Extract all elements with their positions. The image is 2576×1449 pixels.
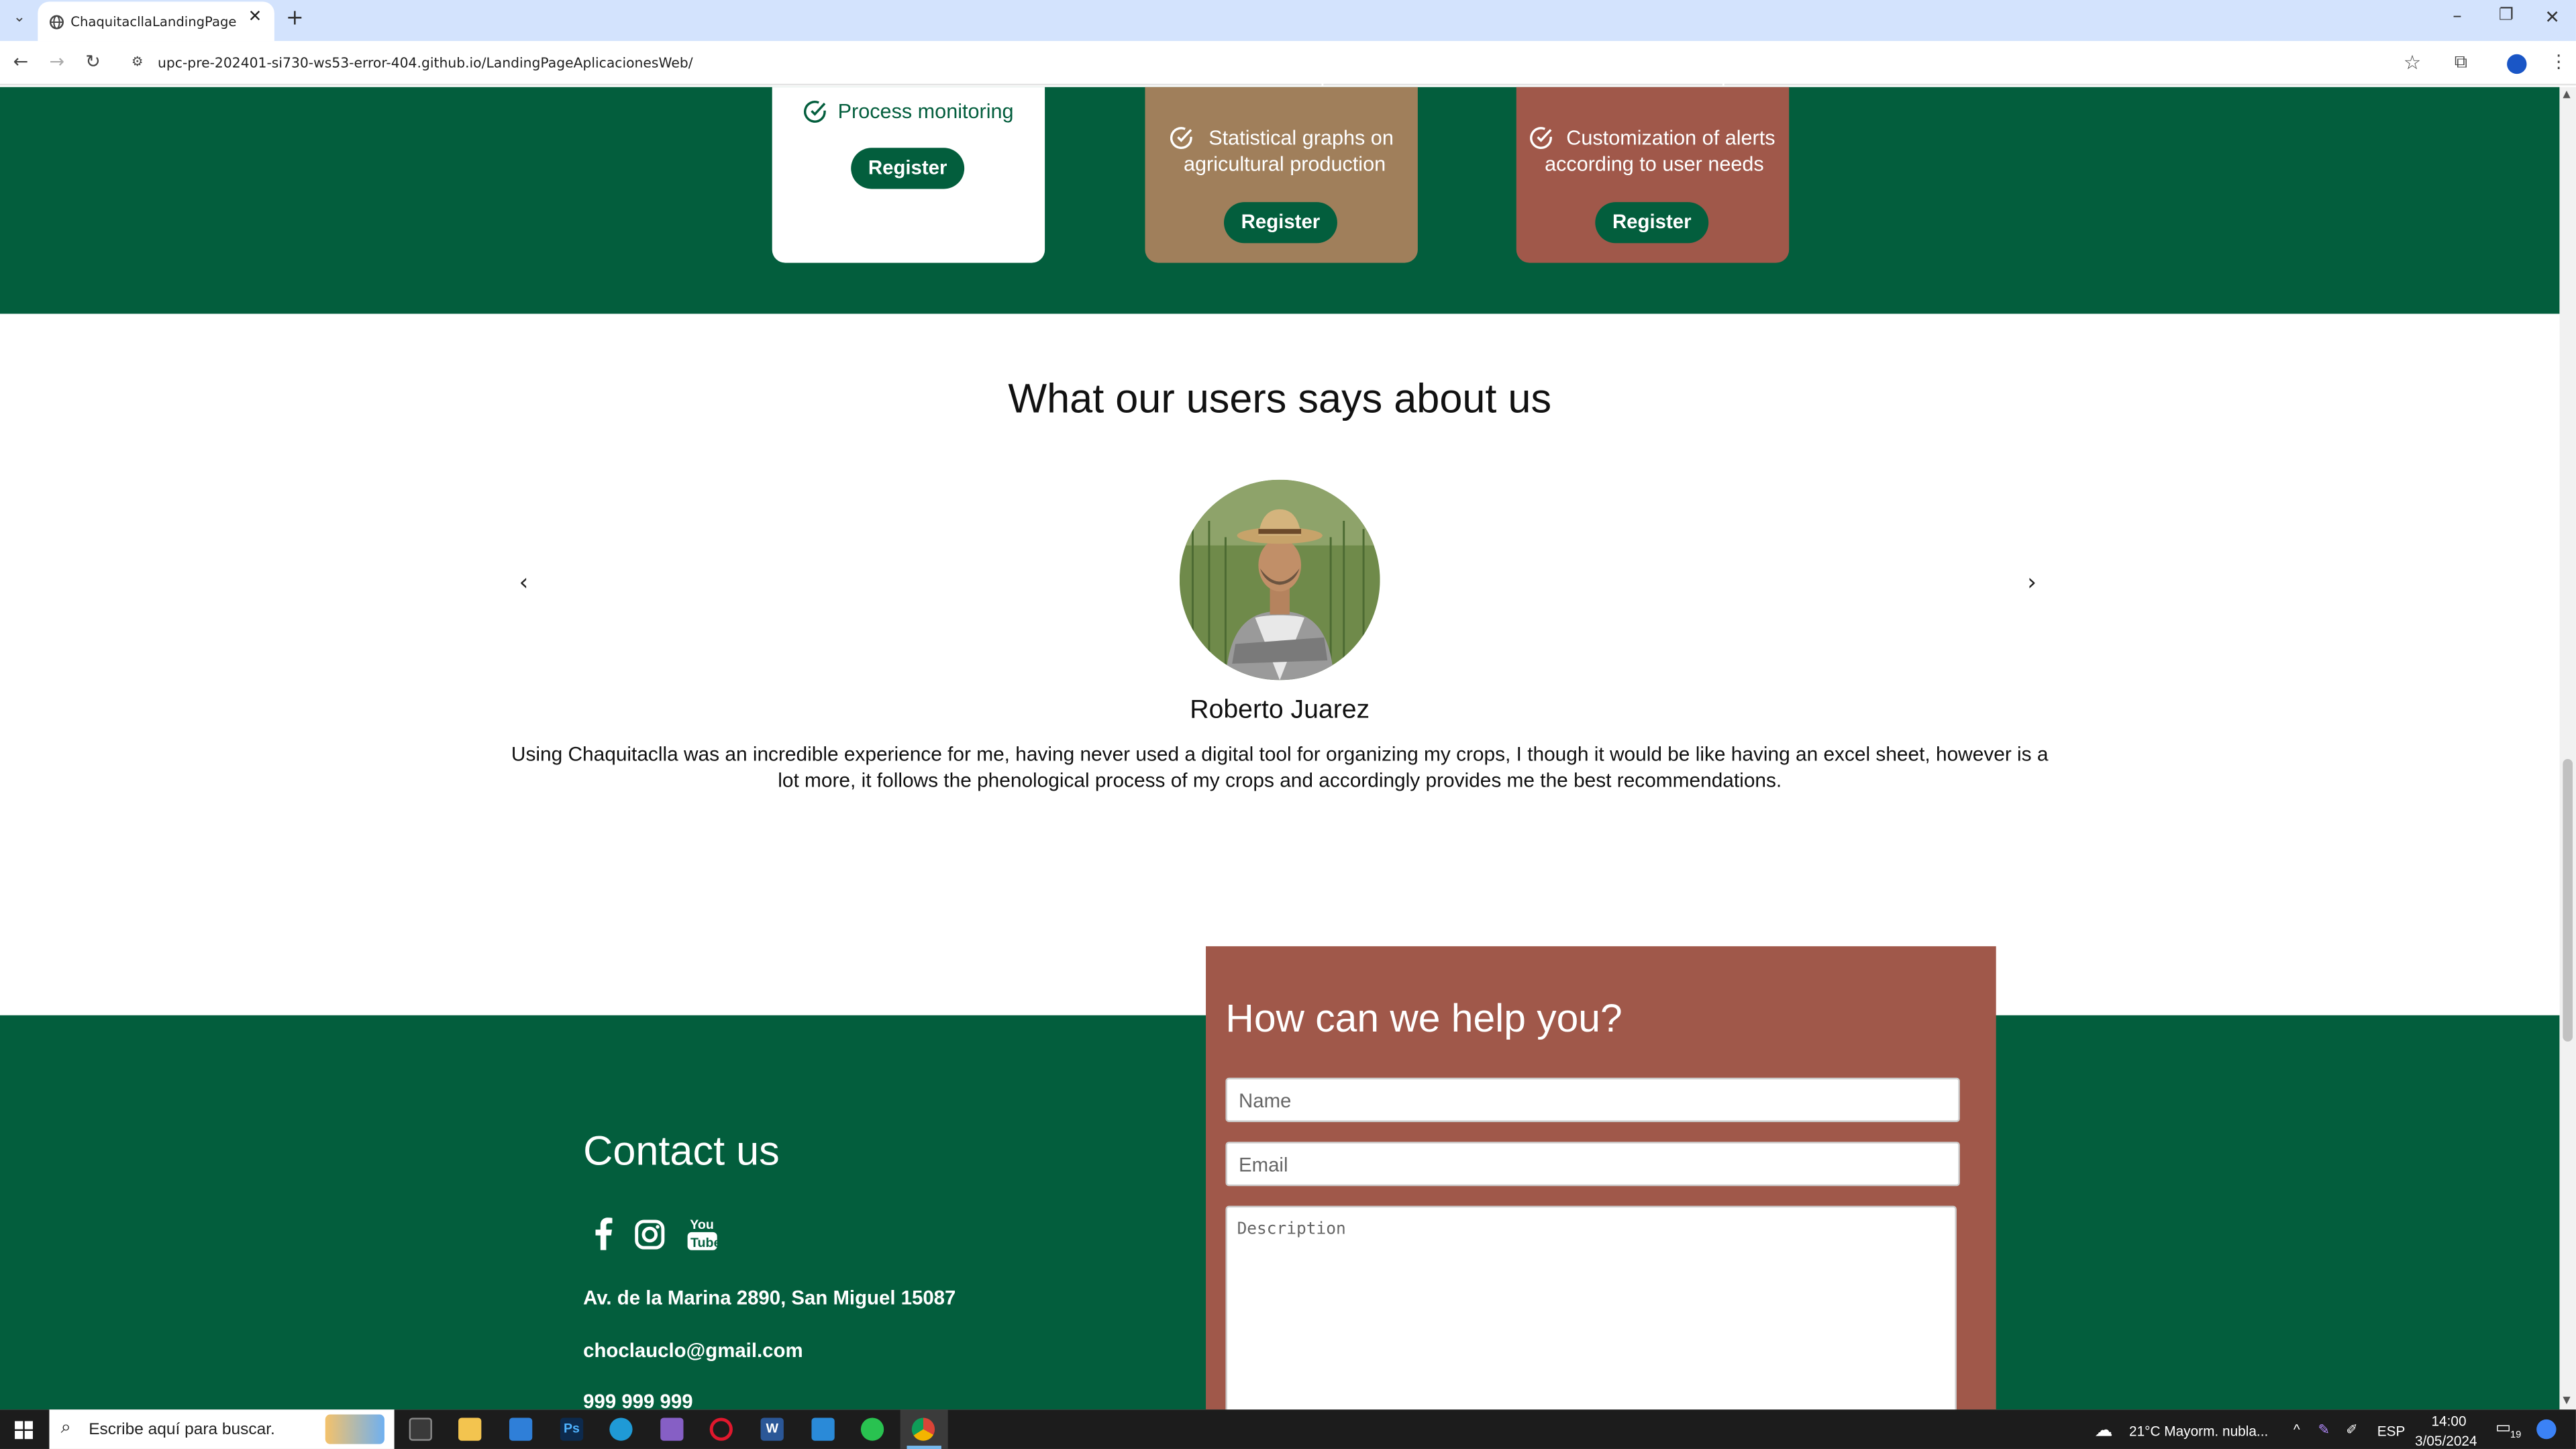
search-highlight-icon: [325, 1414, 384, 1444]
tab-close-icon[interactable]: ✕: [248, 8, 262, 26]
browser-menu-icon[interactable]: ⋮: [2550, 51, 2568, 72]
facebook-icon[interactable]: [591, 1217, 614, 1250]
task-view-icon[interactable]: [409, 1417, 432, 1441]
scrollbar-thumb[interactable]: [2563, 758, 2573, 1042]
description-field[interactable]: Description: [1225, 1205, 1957, 1419]
browser-tab[interactable]: ChaquitacllaLandingPage ✕: [38, 1, 274, 42]
copilot-icon[interactable]: [2536, 1419, 2557, 1440]
chrome-icon[interactable]: [911, 1417, 935, 1441]
register-button-basic[interactable]: Register: [851, 148, 965, 189]
instagram-icon[interactable]: [634, 1219, 666, 1250]
vscode-icon[interactable]: [811, 1417, 835, 1441]
reload-icon[interactable]: ↻: [85, 51, 101, 72]
check-circle-icon: [803, 101, 826, 123]
file-explorer-icon[interactable]: [458, 1417, 482, 1441]
scroll-up-icon[interactable]: ▲: [2563, 89, 2570, 100]
globe-icon: [49, 15, 64, 30]
whatsapp-icon[interactable]: [860, 1417, 884, 1441]
pen-workspace-icon[interactable]: ✐: [2346, 1421, 2357, 1439]
contact-address: Av. de la Marina 2890, San Miguel 15087: [583, 1286, 956, 1309]
weather-cloud-icon: ☁: [2094, 1421, 2113, 1441]
carousel-next-button[interactable]: ›: [2027, 570, 2037, 596]
plan-feature-text: Statistical graphs on agricultural produ…: [1184, 126, 1394, 176]
search-icon: ⌕: [60, 1417, 71, 1438]
windows-start-icon[interactable]: [15, 1421, 33, 1440]
plan-feature-partial: with 15 crops: [1221, 72, 1342, 87]
profile-avatar-icon[interactable]: [2507, 54, 2527, 74]
testimonial-name: Roberto Juarez: [1190, 696, 1370, 725]
extensions-icon[interactable]: ⧉: [2455, 51, 2467, 74]
testimonial-text: Using Chaquitaclla was an incredible exp…: [511, 742, 2049, 792]
bookmark-star-icon[interactable]: ☆: [2404, 51, 2421, 74]
taskbar-search-placeholder: Escribe aquí para buscar.: [89, 1421, 275, 1440]
register-button-premium[interactable]: Register: [1595, 202, 1709, 244]
photoshop-icon[interactable]: Ps: [560, 1417, 584, 1441]
youtube-icon[interactable]: You Tube: [686, 1215, 718, 1252]
window-close-icon[interactable]: ✕: [2544, 7, 2560, 28]
svg-text:Tube: Tube: [690, 1236, 718, 1250]
carousel-prev-button[interactable]: ‹: [519, 570, 529, 596]
tray-chevron-icon[interactable]: ^: [2294, 1421, 2300, 1437]
new-tab-button[interactable]: +: [286, 7, 304, 32]
clock-time[interactable]: 14:00: [2431, 1413, 2466, 1429]
site-info-icon[interactable]: ⚙: [132, 54, 144, 69]
page-scrollbar[interactable]: [2559, 87, 2576, 1410]
help-form-title: How can we help you?: [1225, 997, 1622, 1042]
opera-icon[interactable]: [709, 1417, 733, 1441]
back-icon[interactable]: ←: [13, 51, 29, 72]
tab-list-chevron-icon[interactable]: ⌄: [13, 10, 25, 26]
register-button-standard[interactable]: Register: [1223, 202, 1337, 244]
pen-icon[interactable]: ✎: [2318, 1421, 2330, 1439]
microsoft-store-icon[interactable]: [509, 1417, 533, 1441]
edge-icon[interactable]: [609, 1417, 633, 1441]
scroll-down-icon[interactable]: ▼: [2563, 1395, 2570, 1406]
forward-icon[interactable]: →: [49, 51, 64, 72]
email-field[interactable]: Email: [1225, 1142, 1960, 1187]
browser-tab-strip: [0, 0, 2576, 42]
active-app-indicator: [907, 1446, 941, 1449]
language-indicator[interactable]: ESP: [2377, 1423, 2406, 1439]
notifications-icon[interactable]: ▭: [2495, 1419, 2511, 1438]
plan-feature-text: Process monitoring: [837, 100, 1014, 123]
minimize-icon[interactable]: –: [2453, 5, 2461, 26]
clock-date[interactable]: 3/05/2024: [2415, 1432, 2477, 1448]
plan-feature-partial: with unlimited crops: [1562, 72, 1743, 87]
restore-icon[interactable]: ❐: [2499, 7, 2514, 25]
plan-feature-text: Customization of alerts according to use…: [1545, 126, 1775, 176]
contact-title: Contact us: [583, 1128, 780, 1175]
visual-studio-icon[interactable]: [660, 1417, 684, 1441]
contact-email[interactable]: choclauclo@gmail.com: [583, 1339, 803, 1362]
taskbar-search-box[interactable]: ⌕ Escribe aquí para buscar.: [49, 1409, 395, 1449]
word-icon[interactable]: W: [760, 1417, 784, 1441]
url-text: upc-pre-202401-si730-ws53-error-404.gith…: [158, 54, 693, 71]
tab-title: ChaquitacllaLandingPage: [70, 15, 237, 30]
svg-text:You: You: [690, 1217, 714, 1232]
weather-text[interactable]: 21°C Mayorm. nubla...: [2129, 1423, 2268, 1439]
testimonial-avatar: [1179, 479, 1380, 681]
notification-count: 19: [2510, 1431, 2522, 1441]
testimonials-title: What our users says about us: [1008, 376, 1552, 423]
name-field[interactable]: Name: [1225, 1077, 1960, 1122]
